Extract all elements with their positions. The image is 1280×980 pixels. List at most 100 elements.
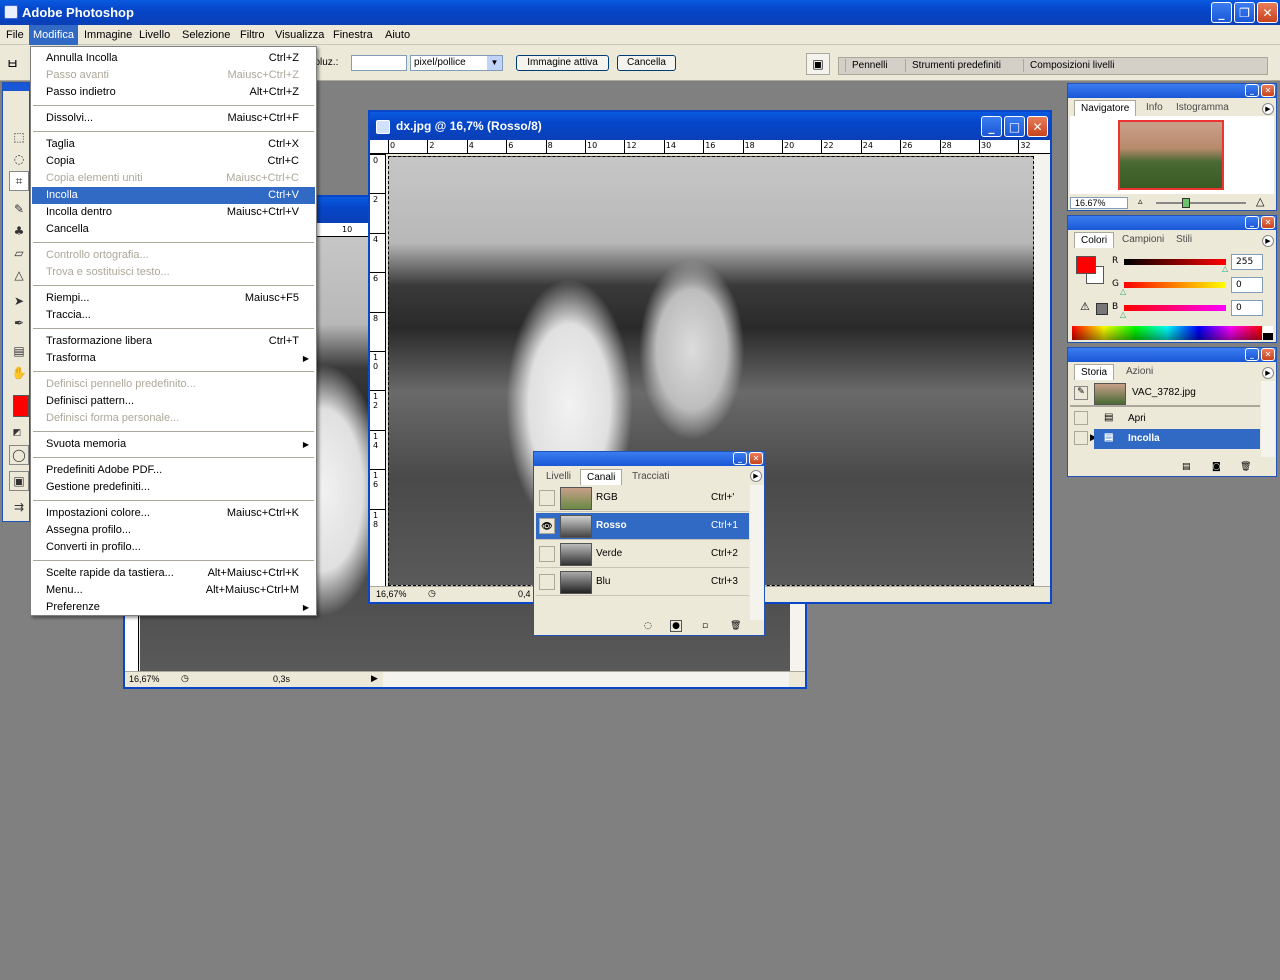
blue-input[interactable]: 0 (1231, 300, 1263, 316)
palette-tab-navigatore[interactable]: Navigatore (1074, 100, 1137, 116)
palette-menu-icon[interactable]: ▶ (1262, 367, 1274, 379)
front-image-button[interactable]: Immagine attiva (516, 55, 609, 71)
palette-menu-icon[interactable]: ▶ (750, 470, 762, 482)
color-spectrum-ramp[interactable] (1072, 326, 1262, 340)
menu-item[interactable]: Passo indietro Alt+Ctrl+Z (32, 84, 315, 101)
channels-minimize-button[interactable]: _ (733, 452, 747, 465)
history-source-box[interactable] (1074, 411, 1088, 425)
scrollbar-vertical[interactable] (1034, 154, 1050, 588)
foreground-color-swatch[interactable] (1076, 256, 1096, 274)
pen-tool-icon[interactable]: ✒ (9, 313, 29, 333)
menu-item[interactable]: Riempi... Maiusc+F5 (32, 290, 315, 307)
colors-palette-title[interactable]: _ ✕ (1068, 216, 1276, 230)
blur-tool-icon[interactable]: △ (9, 265, 29, 285)
history-brush-icon[interactable]: ✎ (1074, 386, 1088, 400)
menu-finestra[interactable]: Finestra (329, 25, 377, 45)
palette-tab-storia[interactable]: Storia (1074, 364, 1115, 380)
chevron-down-icon[interactable]: ▼ (487, 56, 502, 70)
brush-tool-icon[interactable]: ✎ (9, 199, 29, 219)
history-state[interactable]: ▤ Apri (1070, 409, 1260, 429)
menu-livello[interactable]: Livello (135, 25, 174, 45)
history-close-button[interactable]: ✕ (1261, 348, 1275, 361)
new-snapshot-icon[interactable]: ◙ (1212, 462, 1221, 472)
gamut-warning-icon[interactable]: ⚠ (1080, 300, 1090, 313)
colors-minimize-button[interactable]: _ (1245, 216, 1259, 229)
menu-item[interactable]: Dissolvi... Maiusc+Ctrl+F (32, 110, 315, 127)
green-input[interactable]: 0 (1231, 277, 1263, 293)
menu-immagine[interactable]: Immagine (80, 25, 136, 45)
swap-colors-icon[interactable]: ◩ (7, 423, 27, 443)
palette-menu-icon[interactable]: ▶ (1262, 103, 1274, 115)
crop-tool-icon[interactable]: ㅂ (6, 54, 19, 74)
zoom-level-back[interactable]: 16,67% (129, 674, 173, 684)
new-channel-icon[interactable]: ▫ (702, 621, 708, 631)
menu-modifica[interactable]: Modifica (29, 25, 78, 45)
quick-mask-icon[interactable]: ◯ (9, 445, 29, 465)
menu-item[interactable]: Preferenze ▶ (32, 599, 315, 616)
channels-close-button[interactable]: ✕ (749, 452, 763, 465)
green-slider-thumb[interactable]: △ (1120, 287, 1126, 296)
green-slider[interactable] (1124, 282, 1226, 288)
marquee-tool-icon[interactable]: ⬚ (9, 127, 29, 147)
red-slider-thumb[interactable]: △ (1222, 264, 1228, 273)
menu-item[interactable]: Assegna profilo... (32, 522, 315, 539)
menu-item[interactable]: Svuota memoria ▶ (32, 436, 315, 453)
menu-visualizza[interactable]: Visualizza (271, 25, 328, 45)
minimize-button[interactable]: _ (1211, 2, 1232, 23)
navigator-close-button[interactable]: ✕ (1261, 84, 1275, 97)
blue-slider-thumb[interactable]: △ (1120, 310, 1126, 319)
menu-item[interactable]: Copia Ctrl+C (32, 153, 315, 170)
colors-close-button[interactable]: ✕ (1261, 216, 1275, 229)
menu-aiuto[interactable]: Aiuto (381, 25, 414, 45)
navigator-palette-title[interactable]: _ ✕ (1068, 84, 1276, 98)
document-maximize-button[interactable]: □ (1004, 116, 1025, 137)
foreground-color-swatch[interactable] (13, 395, 29, 417)
channels-scrollbar[interactable] (750, 485, 764, 620)
palette-tab-info[interactable]: Info (1140, 100, 1169, 116)
trash-icon[interactable]: 🗑 (730, 621, 741, 631)
restore-button[interactable]: ❐ (1234, 2, 1255, 23)
move-tool-icon[interactable]: ➤ (9, 291, 29, 311)
clear-button[interactable]: Cancella (617, 55, 676, 71)
channel-row[interactable]: RGB Ctrl+' (536, 485, 749, 512)
menu-item[interactable]: Cancella (32, 221, 315, 238)
menu-item[interactable]: Converti in profilo... (32, 539, 315, 556)
menu-item[interactable]: Traccia... (32, 307, 315, 324)
black-white-ramp[interactable] (1263, 326, 1273, 340)
blue-slider[interactable] (1124, 305, 1226, 311)
navigator-minimize-button[interactable]: _ (1245, 84, 1259, 97)
load-selection-icon[interactable]: ◌ (644, 621, 652, 631)
history-scrollbar[interactable] (1261, 381, 1275, 457)
eraser-tool-icon[interactable]: ▱ (9, 243, 29, 263)
triangle-right-icon[interactable]: ▶ (371, 673, 378, 684)
notes-tool-icon[interactable]: ▤ (9, 341, 29, 361)
zoom-out-icon[interactable]: ▵ (1138, 196, 1143, 207)
palette-tab-azioni[interactable]: Azioni (1120, 364, 1159, 380)
eye-icon[interactable] (539, 490, 555, 506)
unit-select[interactable]: pixel/pollice ▼ (410, 55, 503, 71)
crop-tool-icon[interactable]: ⌗ (9, 171, 29, 191)
channel-row[interactable]: Blu Ctrl+3 (536, 569, 749, 596)
save-selection-icon[interactable]: ● (670, 620, 682, 632)
menu-item[interactable]: Definisci pattern... (32, 393, 315, 410)
menu-file[interactable]: File (2, 25, 28, 45)
red-slider[interactable] (1124, 259, 1226, 265)
trash-icon[interactable]: 🗑 (1240, 462, 1251, 472)
menu-item[interactable]: Gestione predefiniti... (32, 479, 315, 496)
palette-tab-livelli[interactable]: Livelli (540, 469, 577, 485)
new-document-from-state-icon[interactable]: ▤ (1182, 462, 1191, 472)
menu-item[interactable]: Annulla Incolla Ctrl+Z (32, 50, 315, 67)
palette-well-icon[interactable]: ▣ (806, 53, 830, 75)
close-button[interactable]: ✕ (1257, 2, 1278, 23)
menu-item[interactable]: Incolla Ctrl+V (32, 187, 315, 204)
menu-item[interactable]: Scelte rapide da tastiera... Alt+Maiusc+C… (32, 565, 315, 582)
screen-mode-icon[interactable]: ▣ (9, 471, 29, 491)
menu-item[interactable]: Trasformazione libera Ctrl+T (32, 333, 315, 350)
zoom-slider[interactable] (1156, 198, 1246, 208)
menu-item[interactable]: Predefiniti Adobe PDF... (32, 462, 315, 479)
palette-tab-stili[interactable]: Stili (1170, 232, 1198, 248)
menu-item[interactable]: Incolla dentro Maiusc+Ctrl+V (32, 204, 315, 221)
eye-icon[interactable]: 👁 (539, 518, 555, 534)
well-tab-2[interactable]: Composizioni livelli (1023, 59, 1120, 72)
history-palette-title[interactable]: _ ✕ (1068, 348, 1276, 362)
